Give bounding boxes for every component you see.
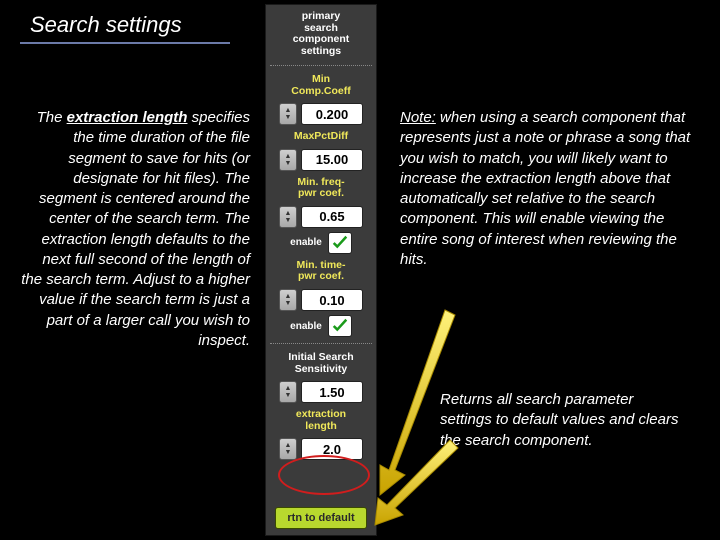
max-pct-diff-value[interactable]: 15.00 [301,149,363,171]
left-description: The extraction length specifies the time… [20,108,250,351]
min-freq-pwr-stepper[interactable]: ▲▼ [279,206,297,228]
right-return-description: Returns all search parameter settings to… [440,390,680,451]
initial-sensitivity-value[interactable]: 1.50 [301,381,363,403]
extraction-length-field: ▲▼ 2.0 [279,438,363,460]
settings-panel: primary search component settings MinCom… [265,4,377,536]
initial-sensitivity-label: Initial SearchSensitivity [288,350,353,377]
min-time-pwr-stepper[interactable]: ▲▼ [279,289,297,311]
max-pct-diff-label: MaxPctDiff [294,129,348,145]
check-icon [331,234,349,252]
enable-time-label: enable [290,321,322,332]
initial-sensitivity-stepper[interactable]: ▲▼ [279,381,297,403]
extraction-length-label: extractionlength [296,407,346,434]
extraction-length-value[interactable]: 2.0 [301,438,363,460]
enable-freq-row: enable [290,232,352,254]
max-pct-diff-stepper[interactable]: ▲▼ [279,149,297,171]
min-freq-pwr-value[interactable]: 0.65 [301,206,363,228]
min-comp-coeff-field: ▲▼ 0.200 [279,103,363,125]
min-time-pwr-label: Min. time-pwr coef. [297,258,346,285]
enable-time-row: enable [290,315,352,337]
enable-freq-label: enable [290,237,322,248]
right-note: Note: when using a search component that… [400,108,700,270]
panel-header: primary search component settings [293,9,350,59]
initial-sensitivity-field: ▲▼ 1.50 [279,381,363,403]
check-icon [331,317,349,335]
min-freq-pwr-label: Min. freq-pwr coef. [297,175,344,202]
min-time-pwr-field: ▲▼ 0.10 [279,289,363,311]
max-pct-diff-field: ▲▼ 15.00 [279,149,363,171]
extraction-length-stepper[interactable]: ▲▼ [279,438,297,460]
min-comp-coeff-stepper[interactable]: ▲▼ [279,103,297,125]
divider [270,343,372,344]
min-comp-coeff-value[interactable]: 0.200 [301,103,363,125]
min-freq-pwr-field: ▲▼ 0.65 [279,206,363,228]
enable-time-checkbox[interactable] [328,315,352,337]
min-time-pwr-value[interactable]: 0.10 [301,289,363,311]
page-title: Search settings [20,10,230,44]
divider [270,65,372,66]
enable-freq-checkbox[interactable] [328,232,352,254]
return-to-default-button[interactable]: rtn to default [275,507,367,529]
min-comp-coeff-label: MinComp.Coeff [291,72,351,99]
